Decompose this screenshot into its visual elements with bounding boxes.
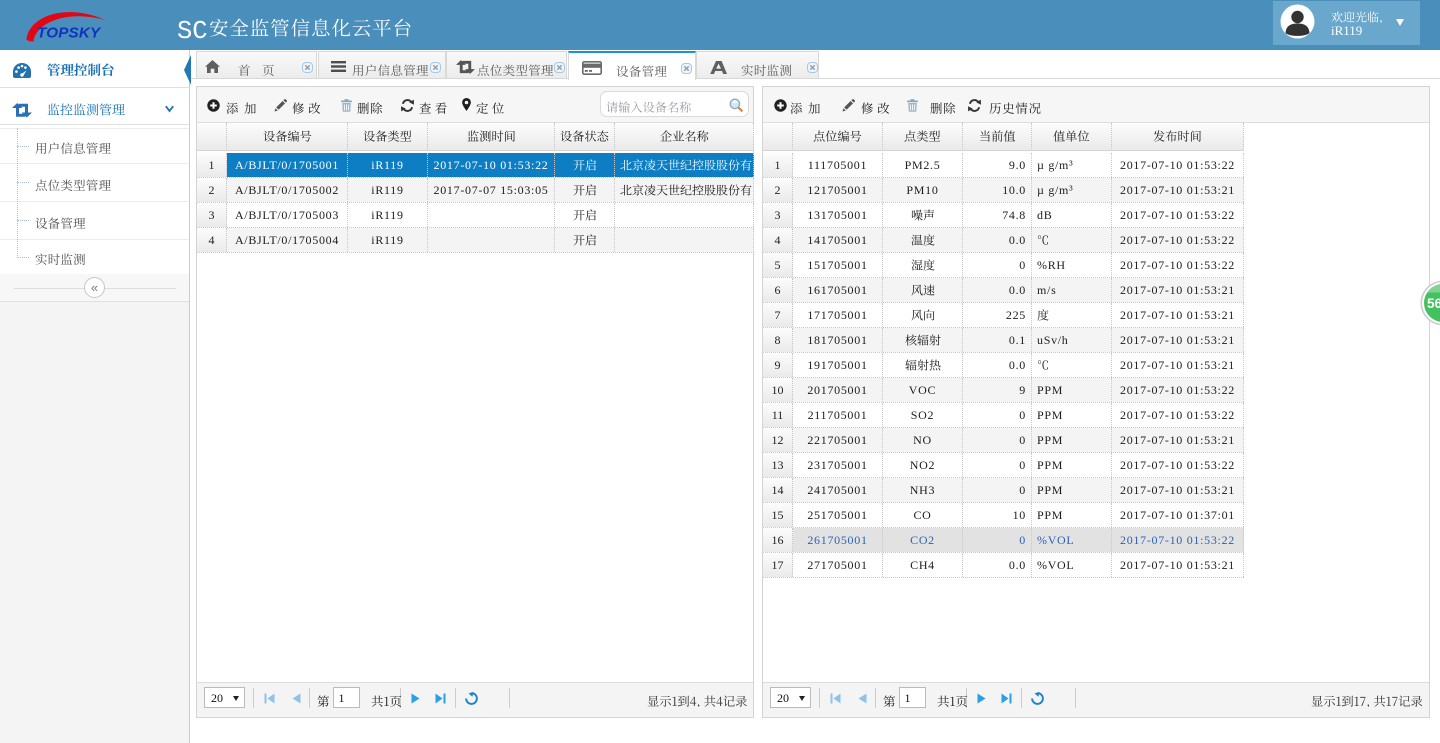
svg-text:56: 56 xyxy=(1427,296,1440,311)
svg-text:TOPSKY: TOPSKY xyxy=(37,25,102,42)
